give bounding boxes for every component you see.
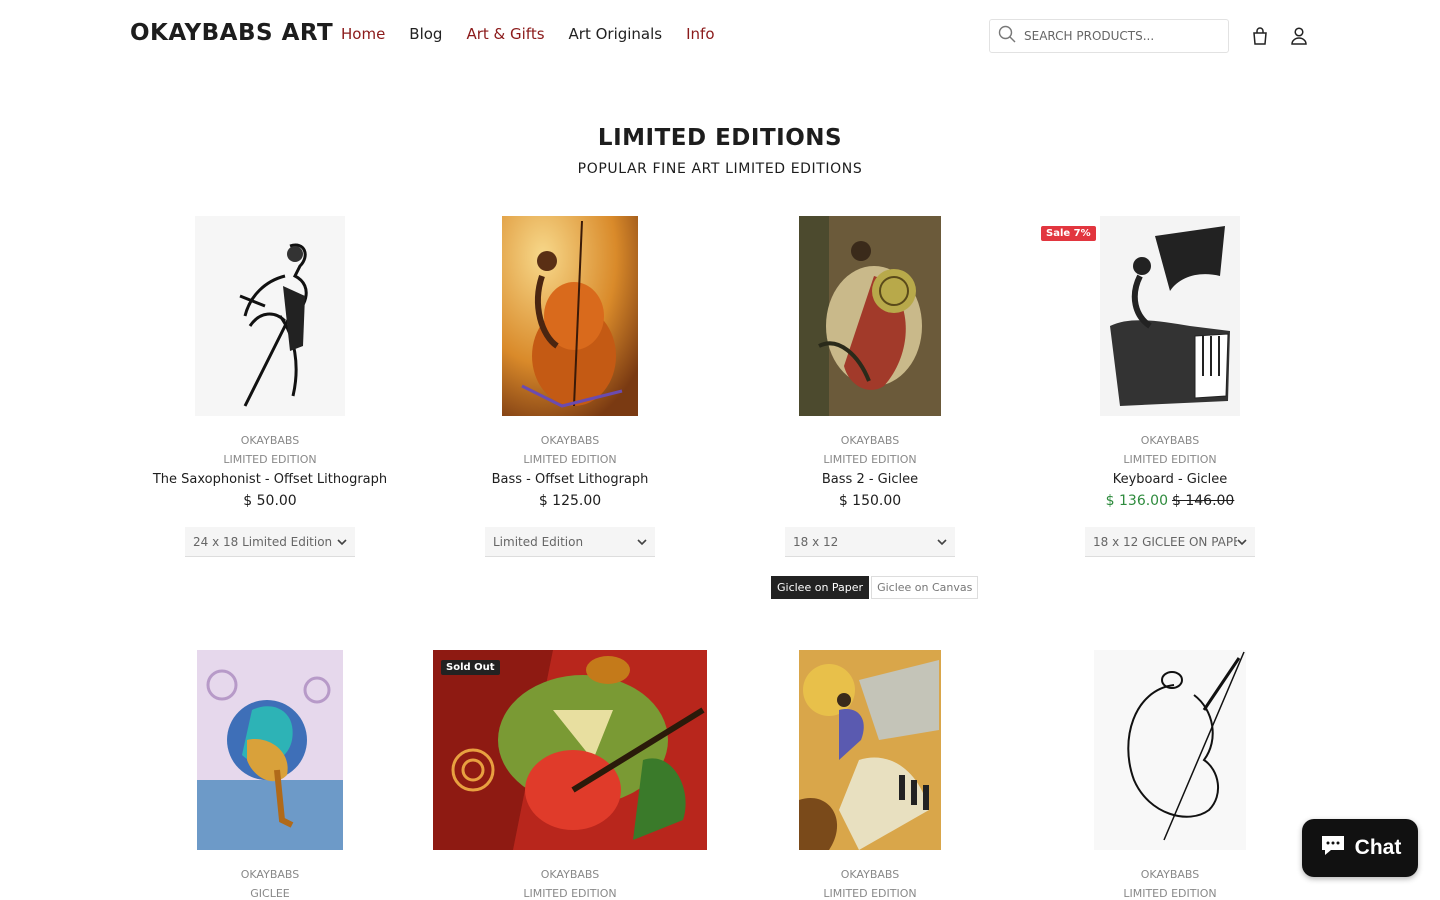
product-price: $ 50.00 [243,493,297,509]
product-card[interactable]: OKAYBABS LIMITED EDITION [720,650,1020,900]
product-title[interactable]: The Saxophonist - Offset Lithograph [120,472,420,487]
chevron-down-icon [637,535,647,549]
product-vendor: OKAYBABS [240,434,300,447]
product-price: $ 125.00 [538,493,602,509]
variant-select[interactable]: 18 x 12 [785,527,955,557]
product-price: $ 136.00 $ 146.00 [1020,493,1320,509]
search-icon[interactable] [998,25,1016,48]
product-image[interactable] [502,216,638,416]
variant-swatches: Giclee on Paper Giclee on Canvas [771,576,979,599]
chevron-down-icon [337,535,347,549]
product-image[interactable] [799,216,941,416]
variant-select-value: 18 x 12 GICLEE ON PAPER [1093,534,1237,549]
product-card[interactable]: Sold Out OKAYBABS LIMITED EDITION [420,650,720,900]
product-image[interactable] [197,650,343,850]
search-box[interactable] [989,19,1229,53]
variant-select[interactable]: Limited Edition [485,527,655,557]
main-nav: Home Blog Art & Gifts Art Originals Info [341,25,739,43]
product-vendor: OKAYBABS [1140,434,1200,447]
nav-info[interactable]: Info [686,25,714,43]
product-type: LIMITED EDITION [523,887,617,900]
search-input[interactable] [1024,29,1214,43]
product-title[interactable]: Bass - Offset Lithograph [420,472,720,487]
product-image[interactable] [799,650,941,850]
swatch-giclee-paper[interactable]: Giclee on Paper [771,576,870,599]
chat-button[interactable]: Chat [1302,819,1418,877]
product-type: LIMITED EDITION [523,453,617,466]
nav-art-originals[interactable]: Art Originals [569,25,663,43]
swatch-giclee-canvas[interactable]: Giclee on Canvas [871,576,979,599]
nav-art-gifts[interactable]: Art & Gifts [466,25,544,43]
product-type: LIMITED EDITION [1123,887,1217,900]
product-title[interactable]: Keyboard - Giclee [1020,472,1320,487]
site-header: OKAYBABS ART Home Blog Art & Gifts Art O… [0,0,1440,72]
variant-select[interactable]: 18 x 12 GICLEE ON PAPER [1085,527,1255,557]
cart-icon[interactable] [1250,26,1270,46]
site-logo[interactable]: OKAYBABS ART [130,20,333,46]
product-card[interactable]: OKAYBABS LIMITED EDITION Bass - Offset L… [420,216,720,566]
product-image[interactable] [433,650,707,850]
product-vendor: OKAYBABS [840,868,900,881]
chat-label: Chat [1354,836,1402,859]
product-type: GICLEE [250,887,290,900]
product-image[interactable] [1094,650,1246,850]
product-image[interactable] [195,216,345,416]
product-type: LIMITED EDITION [823,453,917,466]
variant-select-value: Limited Edition [493,534,584,549]
product-card[interactable]: OKAYBABS LIMITED EDITION [1020,650,1320,900]
compare-price: $ 146.00 [1172,493,1235,509]
section-title: LIMITED EDITIONS [597,125,843,151]
variant-select-value: 24 x 18 Limited Edition [193,534,333,549]
variant-select-value: 18 x 12 [793,534,839,549]
product-type: LIMITED EDITION [823,887,917,900]
product-vendor: OKAYBABS [240,868,300,881]
product-vendor: OKAYBABS [840,434,900,447]
product-vendor: OKAYBABS [540,434,600,447]
nav-home[interactable]: Home [341,25,385,43]
product-card[interactable]: OKAYBABS LIMITED EDITION Bass 2 - Giclee… [720,216,1020,606]
sale-badge: Sale 7% [1041,226,1096,241]
product-vendor: OKAYBABS [1140,868,1200,881]
product-card[interactable]: OKAYBABS GICLEE [120,650,420,900]
product-card[interactable]: Sale 7% OKAYBABS LIMITED EDITION Keyboar… [1020,216,1320,566]
product-type: LIMITED EDITION [1123,453,1217,466]
product-vendor: OKAYBABS [540,868,600,881]
nav-blog[interactable]: Blog [409,25,442,43]
product-title[interactable]: Bass 2 - Giclee [720,472,1020,487]
variant-select[interactable]: 24 x 18 Limited Edition [185,527,355,557]
sold-out-badge: Sold Out [441,660,500,675]
account-icon[interactable] [1289,26,1309,46]
sale-price: $ 136.00 [1105,493,1168,509]
chevron-down-icon [937,535,947,549]
chevron-down-icon [1237,535,1247,549]
product-card[interactable]: OKAYBABS LIMITED EDITION The Saxophonist… [120,216,420,566]
product-type: LIMITED EDITION [223,453,317,466]
chat-bubble-icon [1319,833,1347,863]
section-subtitle: POPULAR FINE ART LIMITED EDITIONS [577,161,863,177]
product-image[interactable] [1100,216,1240,416]
product-price: $ 150.00 [838,493,902,509]
